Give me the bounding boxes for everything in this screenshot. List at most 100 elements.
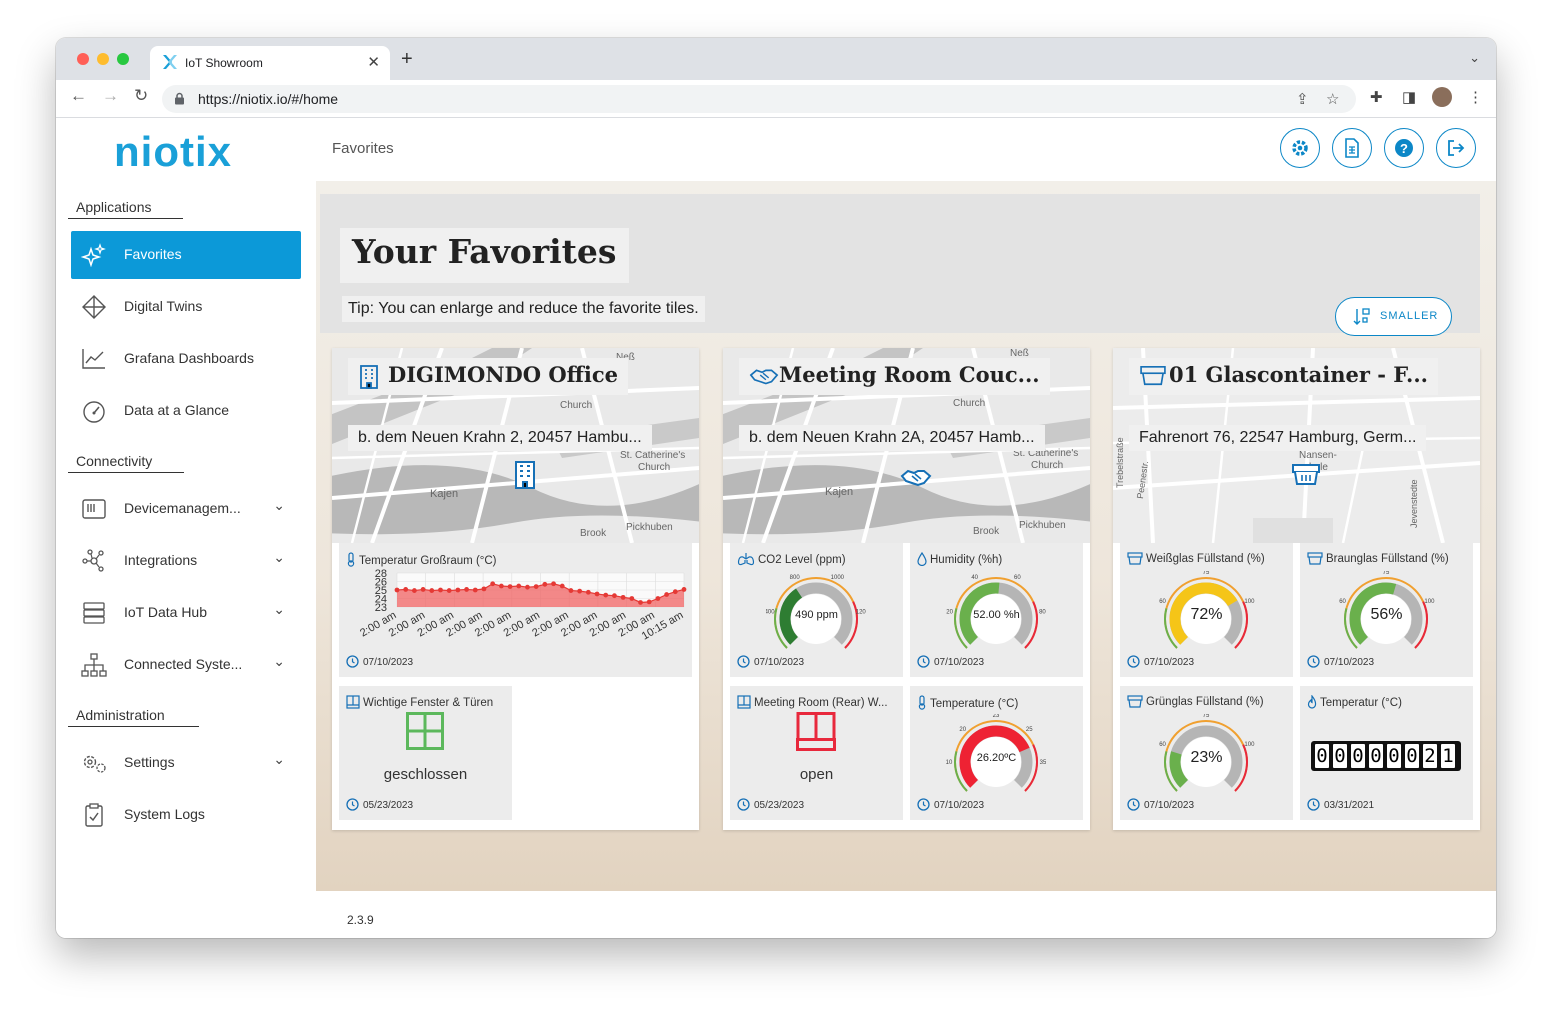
tile-title: CO2 Level (ppm): [737, 552, 897, 566]
tile-date-text: 07/10/2023: [1144, 800, 1195, 811]
sidebar-item-digital-twins[interactable]: Digital Twins: [71, 283, 301, 331]
clock-icon: [1127, 798, 1140, 811]
extensions-puzzle-icon[interactable]: ✚: [1370, 88, 1383, 106]
co2-gauge-tile[interactable]: CO2 Level (ppm) 40080010001200 490 ppm 0…: [730, 543, 903, 677]
handshake-marker-icon[interactable]: [900, 466, 932, 488]
sparkle-stars-icon: [81, 243, 106, 267]
sidebar-item-data-at-a-glance[interactable]: Data at a Glance: [71, 387, 301, 435]
chart-point: [672, 589, 678, 595]
logout-button[interactable]: [1436, 128, 1476, 168]
window-icon: [737, 695, 751, 709]
location-map[interactable]: Neß Church St. Catherine's Church Kajen …: [332, 348, 699, 543]
gauge-tick-label: 60: [1339, 599, 1346, 605]
window-door-tile[interactable]: Wichtige Fenster & Türen geschlossen 05/…: [339, 686, 512, 820]
gruenglas-gauge-tile[interactable]: Grünglas Füllstand (%) 60 75 100 23% 07/10…: [1120, 686, 1293, 820]
gauge-value: 56%: [1370, 606, 1403, 623]
clock-icon: [1307, 655, 1320, 668]
temperature-gauge-tile[interactable]: Temperature (°C) 10 20 23 25 35 26.20ºC 07/1…: [910, 686, 1083, 820]
chart-point: [629, 596, 635, 601]
gauge-tick-label: 25: [1026, 727, 1033, 733]
odometer-tile[interactable]: Temperatur (°C) 00000021 03/31/2021: [1300, 686, 1473, 820]
sidebar-item-devicemanagement[interactable]: Devicemanagem... ⌄: [71, 485, 301, 533]
map-label: Church: [638, 462, 671, 473]
sidebar-item-iot-data-hub[interactable]: IoT Data Hub ⌄: [71, 589, 301, 637]
gauge-value: 490 ppm: [795, 609, 838, 621]
favorite-card-meeting-room[interactable]: Neß Church St. Catherine's Church Kajen …: [723, 348, 1090, 830]
sidebar-item-system-logs[interactable]: System Logs: [71, 791, 301, 839]
share-icon[interactable]: ⇪: [1296, 90, 1309, 108]
chart-point: [403, 587, 409, 592]
chevron-down-icon[interactable]: ⌄: [273, 653, 285, 670]
weissglas-gauge-tile[interactable]: Weißglas Füllstand (%) 60 75 100 72% 07/10…: [1120, 543, 1293, 677]
smaller-button[interactable]: SMALLER: [1335, 297, 1452, 336]
niotix-logo[interactable]: niotix: [114, 128, 232, 176]
chart-point: [481, 586, 487, 592]
braunglas-gauge-tile[interactable]: Braunglas Füllstand (%) 60 75 100 56% 07/1…: [1300, 543, 1473, 677]
speedometer-icon: [83, 401, 105, 423]
tab-close-icon[interactable]: ✕: [367, 53, 380, 71]
tile-title-text: CO2 Level (ppm): [758, 554, 846, 566]
tab-title: IoT Showroom: [185, 56, 263, 70]
address-bar: ← → ↻ https://niotix.io/#/home ⇪ ☆ ✚ ◨ ⋮: [56, 80, 1496, 118]
sidebar-item-integrations[interactable]: Integrations ⌄: [71, 537, 301, 585]
chart-point: [411, 588, 417, 593]
reload-icon[interactable]: ↻: [134, 86, 148, 106]
humidity-gauge-tile[interactable]: Humidity (%h) 20 40 60 80 52.00 %h 07/10/20…: [910, 543, 1083, 677]
tab-search-chevron-icon[interactable]: ⌄: [1469, 50, 1480, 66]
card-address: b. dem Neuen Krahn 2, 20457 Hambu...: [348, 425, 652, 451]
sidebar-item-label: Settings: [124, 754, 175, 770]
chevron-down-icon[interactable]: ⌄: [273, 497, 285, 514]
sidebar-item-connected-systems[interactable]: Connected Syste... ⌄: [71, 641, 301, 689]
zoom-window-button[interactable]: [117, 53, 129, 65]
section-applications: Applications: [76, 199, 152, 215]
sidebar-item-favorites[interactable]: Favorites: [71, 231, 301, 279]
tile-date: 05/23/2023: [346, 798, 413, 811]
chevron-down-icon[interactable]: ⌄: [273, 751, 285, 768]
map-label: Church: [1031, 460, 1064, 471]
url-field[interactable]: https://niotix.io/#/home ⇪ ☆: [162, 85, 1356, 113]
chart-point: [533, 584, 539, 589]
documentation-button[interactable]: [1332, 128, 1372, 168]
clock-icon: [1307, 798, 1320, 811]
close-window-button[interactable]: [77, 53, 89, 65]
chevron-down-icon[interactable]: ⌄: [273, 549, 285, 566]
chart-point: [655, 596, 661, 601]
chevron-down-icon[interactable]: ⌄: [273, 601, 285, 618]
section-divider: [68, 726, 199, 727]
building-marker-icon[interactable]: [513, 461, 537, 489]
tile-title-text: Meeting Room (Rear) W...: [754, 697, 888, 709]
chart-point: [498, 583, 504, 589]
sidebar: niotix Applications Favorites Digital Tw…: [56, 118, 316, 938]
chart-point: [472, 587, 478, 593]
tip-text: Tip: You can enlarge and reduce the favo…: [342, 296, 705, 322]
url-host: niotix.io: [240, 91, 288, 107]
profile-avatar[interactable]: [1432, 87, 1452, 107]
forward-arrow-icon[interactable]: →: [102, 86, 119, 106]
window-state: geschlossen: [383, 766, 468, 783]
container-icon: [1127, 695, 1143, 708]
url-scheme: https://: [198, 91, 241, 107]
browser-menu-icon[interactable]: ⋮: [1468, 88, 1483, 106]
favorite-card-digimondo[interactable]: Neß Church St. Catherine's Church Kajen …: [332, 348, 699, 830]
new-tab-button[interactable]: +: [401, 48, 413, 71]
sidebar-item-grafana[interactable]: Grafana Dashboards: [71, 335, 301, 383]
side-panel-icon[interactable]: ◨: [1402, 88, 1416, 106]
settings-button[interactable]: [1280, 128, 1320, 168]
top-bar: Favorites ?: [316, 118, 1496, 181]
back-arrow-icon[interactable]: ←: [70, 86, 87, 106]
help-button[interactable]: ?: [1384, 128, 1424, 168]
meeting-room-window-tile[interactable]: Meeting Room (Rear) W... open 05/23/2023: [730, 686, 903, 820]
chart-point: [394, 587, 400, 593]
temperature-chart-tile[interactable]: Temperatur Großraum (°C) 28 26 25 24 23 2:00 …: [339, 543, 692, 677]
breadcrumb: Favorites: [332, 140, 394, 157]
location-map[interactable]: Nansen- schule Peenestr. Trebelstraße Je…: [1113, 348, 1480, 543]
odometer-digit: 0: [1387, 744, 1401, 768]
sidebar-item-settings[interactable]: Settings ⌄: [71, 739, 301, 787]
browser-tab[interactable]: IoT Showroom ✕: [150, 46, 390, 80]
bookmark-star-icon[interactable]: ☆: [1326, 90, 1339, 108]
container-marker-icon[interactable]: [1291, 463, 1321, 487]
location-map[interactable]: Neß Church St. Catherine's Church Kajen …: [723, 348, 1090, 543]
favorite-card-glascontainer[interactable]: Nansen- schule Peenestr. Trebelstraße Je…: [1113, 348, 1480, 830]
url-path: /#/home: [287, 91, 339, 107]
minimize-window-button[interactable]: [97, 53, 109, 65]
